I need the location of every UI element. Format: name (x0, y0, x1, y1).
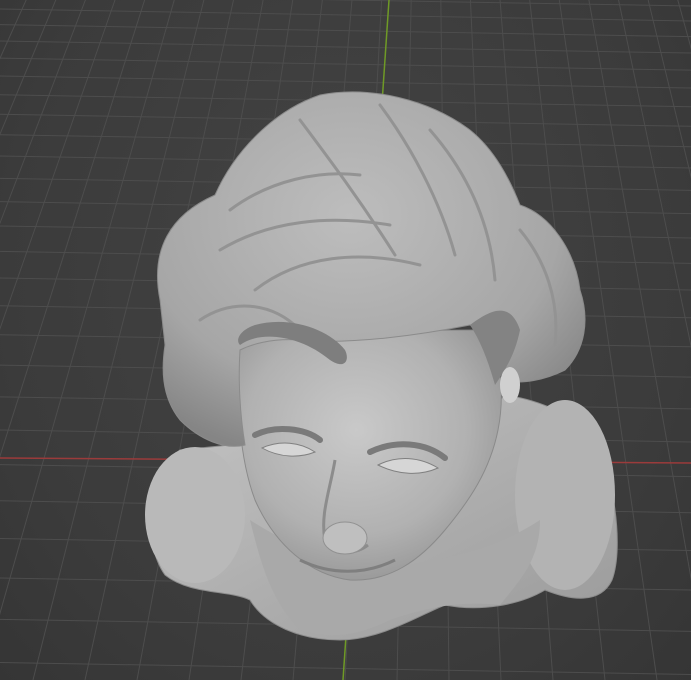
grid-line (0, 40, 691, 54)
grid-line (0, 57, 691, 71)
grid-line (618, 0, 691, 349)
ear (500, 367, 520, 403)
nose-tip (322, 521, 368, 555)
grid-line (0, 8, 691, 22)
3d-viewport[interactable] (0, 0, 691, 680)
grid-line (647, 0, 691, 179)
sculpted-bust[interactable] (145, 91, 618, 641)
viewport-canvas (0, 0, 691, 680)
grid-line (0, 24, 691, 38)
left-shoulder (145, 447, 245, 583)
grid-line (316, 0, 691, 7)
